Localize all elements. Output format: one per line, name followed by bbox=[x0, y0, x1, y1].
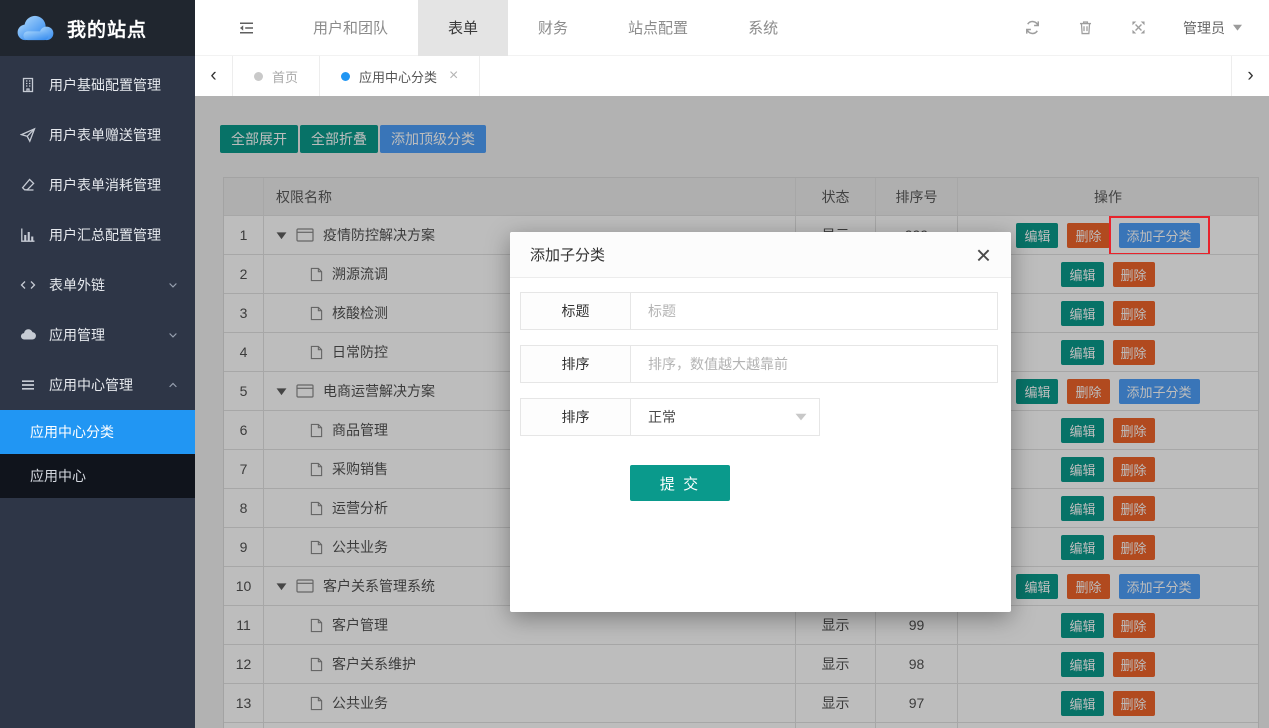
top-nav-item-2[interactable]: 财务 bbox=[508, 0, 598, 56]
fullscreen-icon[interactable] bbox=[1130, 19, 1147, 36]
status-select[interactable]: 正常 bbox=[631, 399, 819, 435]
top-nav-label: 系统 bbox=[748, 17, 778, 38]
menu-fold-icon[interactable] bbox=[237, 20, 255, 36]
topbar: 用户和团队 表单 财务 站点配置 系统 管理员 bbox=[195, 0, 1269, 56]
sidebar-subitem-label: 应用中心分类 bbox=[30, 422, 114, 442]
dialog-header: 添加子分类 × bbox=[510, 232, 1011, 278]
sidebar-item-1[interactable]: 用户表单赠送管理 bbox=[0, 110, 195, 160]
field-label: 排序 bbox=[521, 399, 631, 435]
field-label: 排序 bbox=[521, 346, 631, 382]
app-root: { "sidebar": { "logo": {"text": "我的站点", … bbox=[0, 0, 1269, 728]
top-nav-item-4[interactable]: 系统 bbox=[718, 0, 808, 56]
sidebar-item-0[interactable]: 用户基础配置管理 bbox=[0, 60, 195, 110]
sidebar-item-label: 用户表单消耗管理 bbox=[49, 175, 179, 195]
sidebar-subitem-1[interactable]: 应用中心 bbox=[0, 454, 195, 498]
site-title: 我的站点 bbox=[67, 15, 147, 42]
topbar-actions: 管理员 bbox=[1024, 18, 1269, 38]
eraser-icon bbox=[20, 177, 36, 193]
sidebar-item-5[interactable]: 应用管理 bbox=[0, 310, 195, 360]
user-name: 管理员 bbox=[1183, 18, 1225, 38]
sidebar-item-2[interactable]: 用户表单消耗管理 bbox=[0, 160, 195, 210]
tab-1[interactable]: 应用中心分类 × bbox=[320, 56, 480, 96]
sidebar-item-label: 表单外链 bbox=[49, 275, 154, 295]
sidebar-menu: 用户基础配置管理用户表单赠送管理用户表单消耗管理用户汇总配置管理表单外链应用管理… bbox=[0, 56, 195, 498]
sidebar: 我的站点 用户基础配置管理用户表单赠送管理用户表单消耗管理用户汇总配置管理表单外… bbox=[0, 0, 195, 728]
title-input[interactable] bbox=[631, 293, 997, 329]
tab-0[interactable]: 首页 bbox=[233, 56, 320, 96]
form-field-2: 排序正常 bbox=[520, 398, 820, 436]
sidebar-item-label: 用户表单赠送管理 bbox=[49, 125, 179, 145]
tab-status-dot bbox=[254, 72, 263, 81]
tab-close-icon[interactable]: × bbox=[449, 67, 458, 85]
sidebar-subitem-0[interactable]: 应用中心分类 bbox=[0, 410, 195, 454]
cloud-icon bbox=[20, 327, 36, 343]
menu-icon bbox=[20, 377, 36, 393]
sidebar-item-label: 用户汇总配置管理 bbox=[49, 225, 179, 245]
tab-label: 首页 bbox=[272, 67, 298, 86]
sidebar-item-label: 应用中心管理 bbox=[49, 375, 154, 395]
top-nav-label: 表单 bbox=[448, 17, 478, 38]
building-icon bbox=[20, 77, 36, 93]
cloud-logo-icon bbox=[13, 14, 57, 43]
chevron-down-icon bbox=[167, 329, 179, 341]
trash-icon[interactable] bbox=[1077, 19, 1094, 36]
sidebar-item-label: 用户基础配置管理 bbox=[49, 75, 179, 95]
chevron-up-icon bbox=[167, 379, 179, 391]
tab-label: 应用中心分类 bbox=[359, 67, 437, 86]
bar-chart-icon bbox=[20, 227, 36, 243]
send-icon bbox=[20, 127, 36, 143]
tabs-scroll-left-icon[interactable]: ‹ bbox=[195, 56, 233, 96]
top-nav-item-0[interactable]: 用户和团队 bbox=[283, 0, 418, 56]
sort-input[interactable] bbox=[631, 346, 997, 382]
refresh-icon[interactable] bbox=[1024, 19, 1041, 36]
top-nav-item-1[interactable]: 表单 bbox=[418, 0, 508, 56]
tab-list: 首页 应用中心分类 × bbox=[233, 56, 480, 96]
top-nav-label: 站点配置 bbox=[628, 17, 688, 38]
dialog-body: 标题排序排序正常提 交 bbox=[510, 278, 1011, 501]
tabbar: ‹ 首页 应用中心分类 × › bbox=[195, 56, 1269, 96]
caret-down-icon bbox=[1232, 23, 1243, 32]
sidebar-subitem-label: 应用中心 bbox=[30, 466, 86, 486]
code-icon bbox=[20, 277, 36, 293]
app-logo: 我的站点 bbox=[0, 0, 195, 56]
user-dropdown[interactable]: 管理员 bbox=[1183, 18, 1243, 38]
submit-button[interactable]: 提 交 bbox=[630, 465, 730, 501]
dialog-title: 添加子分类 bbox=[530, 244, 605, 265]
tabs-scroll-right-icon[interactable]: › bbox=[1231, 56, 1269, 96]
add-subcategory-dialog: 添加子分类 × 标题排序排序正常提 交 bbox=[510, 232, 1011, 612]
close-icon[interactable]: × bbox=[976, 245, 991, 265]
top-nav-label: 财务 bbox=[538, 17, 568, 38]
sidebar-item-label: 应用管理 bbox=[49, 325, 154, 345]
tab-status-dot bbox=[341, 72, 350, 81]
select-caret-icon bbox=[795, 413, 807, 421]
sidebar-submenu: 应用中心分类应用中心 bbox=[0, 410, 195, 498]
sidebar-item-6[interactable]: 应用中心管理 bbox=[0, 360, 195, 410]
select-value: 正常 bbox=[648, 407, 676, 427]
form-field-1: 排序 bbox=[520, 345, 998, 383]
sidebar-item-4[interactable]: 表单外链 bbox=[0, 260, 195, 310]
form-field-0: 标题 bbox=[520, 292, 998, 330]
top-nav-label: 用户和团队 bbox=[313, 17, 388, 38]
sidebar-item-3[interactable]: 用户汇总配置管理 bbox=[0, 210, 195, 260]
field-label: 标题 bbox=[521, 293, 631, 329]
top-navigation: 用户和团队 表单 财务 站点配置 系统 bbox=[283, 0, 808, 56]
chevron-down-icon bbox=[167, 279, 179, 291]
top-nav-item-3[interactable]: 站点配置 bbox=[598, 0, 718, 56]
